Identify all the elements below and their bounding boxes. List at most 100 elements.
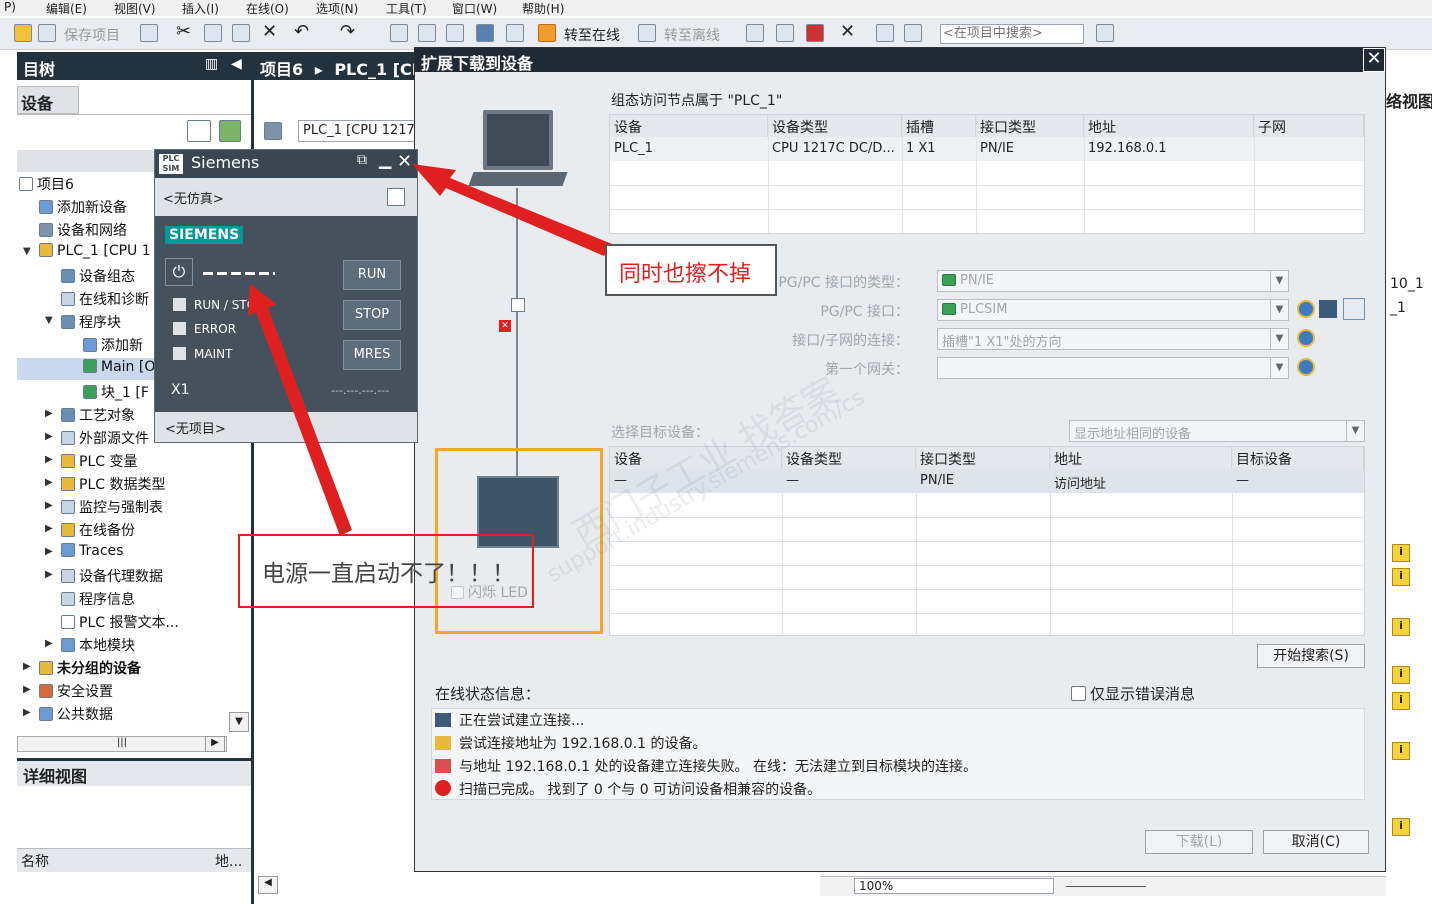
tree-item-devices-networks[interactable]: 设备和网络 bbox=[57, 223, 127, 239]
expand-blocks-icon[interactable]: ▼ bbox=[45, 315, 53, 326]
tree-scroll-right-icon[interactable]: ▶ bbox=[205, 736, 225, 752]
cancel-button[interactable]: 取消(C) bbox=[1263, 830, 1369, 854]
breadcrumb-project[interactable]: 项目6 bbox=[260, 60, 303, 79]
device-selector[interactable]: PLC_1 [CPU 1217 bbox=[298, 120, 419, 142]
split-horizontal-icon[interactable] bbox=[876, 24, 894, 42]
tree-item-local-modules[interactable]: 本地模块 bbox=[79, 638, 135, 654]
info-icon[interactable]: i bbox=[1392, 568, 1410, 586]
chevron-down-icon[interactable]: ▼ bbox=[1346, 421, 1364, 441]
project-search-input[interactable]: <在项目中搜索> bbox=[940, 24, 1084, 44]
expand-types-icon[interactable]: ▶ bbox=[45, 477, 53, 488]
go-offline-button[interactable]: 转至离线 bbox=[664, 25, 720, 45]
tree-item-alarm-text[interactable]: PLC 报警文本... bbox=[79, 615, 179, 631]
expand-common-icon[interactable]: ▶ bbox=[23, 707, 31, 718]
close-icon[interactable]: ✕ bbox=[397, 151, 412, 172]
restore-icon[interactable]: ⧉ bbox=[357, 152, 367, 168]
tree-item-add-block[interactable]: 添加新 bbox=[101, 338, 143, 354]
tree-view-icon[interactable] bbox=[187, 120, 211, 142]
editor-scroll-left-icon[interactable]: ◀ bbox=[258, 876, 278, 894]
power-icon[interactable]: ⏻ bbox=[165, 258, 193, 286]
upload-icon[interactable] bbox=[446, 24, 464, 42]
breadcrumb-plc[interactable]: PLC_1 [CP bbox=[334, 60, 419, 79]
chevron-down-icon[interactable]: ▼ bbox=[1270, 271, 1288, 291]
expand-plc-icon[interactable]: ▼ bbox=[23, 246, 31, 257]
shield-icon[interactable] bbox=[1297, 358, 1315, 376]
shield-icon[interactable] bbox=[1297, 329, 1315, 347]
delete-icon[interactable]: ✕ bbox=[262, 21, 280, 42]
devices-tab[interactable]: 设备 bbox=[17, 86, 79, 114]
tree-item-plc[interactable]: PLC_1 [CPU 1 bbox=[57, 243, 151, 259]
info-icon[interactable]: i bbox=[1392, 818, 1410, 836]
menu-edit[interactable]: 编辑(E) bbox=[46, 0, 87, 17]
cross-reference-icon[interactable]: ✕ bbox=[840, 21, 858, 42]
info-icon[interactable]: i bbox=[1392, 618, 1410, 636]
download-icon[interactable] bbox=[418, 24, 436, 42]
extended-download-icon[interactable] bbox=[506, 24, 524, 42]
tree-item-ungrouped[interactable]: 未分组的设备 bbox=[57, 661, 141, 677]
info-icon[interactable]: i bbox=[1392, 666, 1410, 684]
chevron-down-icon[interactable]: ▼ bbox=[1270, 329, 1288, 349]
info-icon[interactable]: i bbox=[1392, 692, 1410, 710]
network-item-1[interactable]: 10_1 bbox=[1390, 276, 1424, 292]
expand-proxy-icon[interactable]: ▶ bbox=[45, 569, 53, 580]
tree-item-external-sources[interactable]: 外部源文件 bbox=[79, 431, 149, 447]
target-filter-select[interactable]: 显示地址相同的设备 ▼ bbox=[1069, 420, 1365, 442]
expand-traces-icon[interactable]: ▶ bbox=[45, 546, 53, 557]
project-icon[interactable] bbox=[387, 188, 405, 206]
expand-tags-icon[interactable]: ▶ bbox=[45, 454, 53, 465]
pane-toggle-icon[interactable]: ▥ bbox=[205, 56, 218, 72]
menu-view[interactable]: 视图(V) bbox=[114, 0, 156, 17]
tree-item-traces[interactable]: Traces bbox=[79, 543, 123, 559]
menu-help[interactable]: 帮助(H) bbox=[522, 0, 564, 17]
tree-hscrollbar[interactable]: ||| bbox=[17, 736, 227, 752]
tree-item-device-config[interactable]: 设备组态 bbox=[79, 269, 135, 285]
run-button[interactable]: RUN bbox=[343, 260, 401, 290]
zoom-field[interactable]: 100% bbox=[854, 878, 1054, 894]
expand-ext-icon[interactable]: ▶ bbox=[45, 431, 53, 442]
expand-tech-icon[interactable]: ▶ bbox=[45, 408, 53, 419]
tree-item-plc-types[interactable]: PLC 数据类型 bbox=[79, 477, 165, 493]
tree-item-program-blocks[interactable]: 程序块 bbox=[79, 315, 121, 331]
collapse-pane-icon[interactable]: ◀ bbox=[231, 56, 242, 72]
pgpc-type-select[interactable]: PN/IE ▼ bbox=[937, 270, 1289, 292]
stop-button[interactable]: STOP bbox=[343, 300, 401, 330]
start-search-button[interactable]: 开始搜索(S) bbox=[1257, 644, 1365, 668]
stop-cpu-icon[interactable] bbox=[806, 24, 824, 42]
paste-icon[interactable] bbox=[232, 24, 250, 42]
tree-item-program-info[interactable]: 程序信息 bbox=[79, 592, 135, 608]
tree-item-project[interactable]: 项目6 bbox=[37, 177, 74, 193]
print-icon[interactable] bbox=[140, 24, 158, 42]
info-icon[interactable]: i bbox=[1392, 544, 1410, 562]
tree-scroll-down-icon[interactable]: ▼ bbox=[229, 712, 249, 732]
tree-item-online-diag[interactable]: 在线和诊断 bbox=[79, 292, 149, 308]
go-online-button[interactable]: 转至在线 bbox=[564, 25, 620, 45]
go-online-icon[interactable] bbox=[538, 24, 556, 42]
tree-item-security[interactable]: 安全设置 bbox=[57, 684, 113, 700]
tree-item-online-backup[interactable]: 在线备份 bbox=[79, 523, 135, 539]
undo-icon[interactable]: ↶ bbox=[294, 21, 312, 42]
mres-button[interactable]: MRES bbox=[343, 340, 401, 370]
errors-only-checkbox[interactable] bbox=[1071, 686, 1086, 701]
simulation-icon[interactable] bbox=[476, 24, 494, 42]
tree-item-main[interactable]: Main [O bbox=[101, 359, 155, 375]
tree-item-add-device[interactable]: 添加新设备 bbox=[57, 200, 127, 216]
tree-refresh-icon[interactable] bbox=[219, 120, 241, 142]
compile-icon[interactable] bbox=[390, 24, 408, 42]
copy-icon[interactable] bbox=[204, 24, 222, 42]
tree-item-block1[interactable]: 块_1 [F bbox=[101, 385, 149, 401]
accessible-devices-icon[interactable] bbox=[746, 24, 764, 42]
menu-insert[interactable]: 插入(I) bbox=[182, 0, 219, 17]
expand-local-icon[interactable]: ▶ bbox=[45, 638, 53, 649]
redo-icon[interactable]: ↷ bbox=[340, 21, 358, 42]
save-project-button[interactable]: 保存项目 bbox=[64, 25, 120, 45]
zoom-slider[interactable] bbox=[1066, 886, 1146, 887]
expand-ungrouped-icon[interactable]: ▶ bbox=[23, 661, 31, 672]
tree-item-common-data[interactable]: 公共数据 bbox=[57, 707, 113, 723]
cut-icon[interactable]: ✂ bbox=[176, 21, 194, 42]
connection-select[interactable]: 插槽"1 X1"处的方向 ▼ bbox=[937, 328, 1289, 350]
new-project-icon[interactable] bbox=[14, 24, 32, 42]
save-icon[interactable] bbox=[38, 24, 56, 42]
chevron-down-icon[interactable]: ▼ bbox=[1270, 358, 1288, 378]
tree-item-plc-tags[interactable]: PLC 变量 bbox=[79, 454, 137, 470]
menu-options[interactable]: 选项(N) bbox=[316, 0, 358, 17]
